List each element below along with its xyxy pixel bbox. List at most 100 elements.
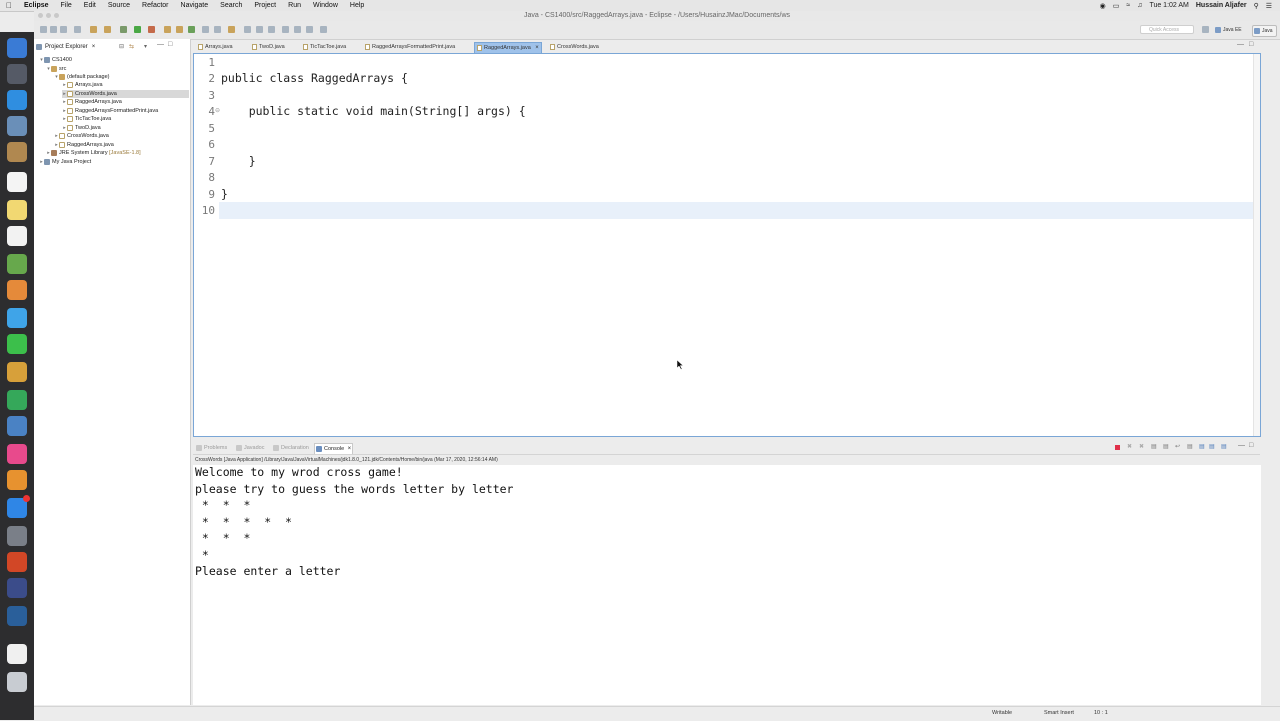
skip-breakpoints-icon[interactable]	[90, 26, 97, 33]
maps-icon[interactable]	[7, 254, 27, 274]
tree-item-file[interactable]: ▸ RaggedArrays.java	[62, 98, 122, 106]
save-icon[interactable]	[50, 26, 57, 33]
save-all-icon[interactable]	[60, 26, 67, 33]
tree-item-project-cs1400[interactable]: ▾ CS1400	[39, 56, 72, 64]
itunes-icon[interactable]	[7, 444, 27, 464]
code-editor[interactable]: 1 2 3 4 ⊖ 5 6 7 8 9 10 public class Ragg…	[193, 53, 1261, 437]
tree-item-file[interactable]: ▸ Arrays.java	[62, 81, 103, 89]
messages-icon[interactable]	[7, 308, 27, 328]
ibooks-icon[interactable]	[7, 470, 27, 490]
open-perspective-icon[interactable]	[1202, 26, 1209, 33]
close-tab-icon[interactable]: ×	[535, 43, 539, 53]
print-icon[interactable]	[74, 26, 81, 33]
terminate-icon[interactable]	[1115, 445, 1120, 450]
show-console-stdout-icon[interactable]: ▤	[1187, 443, 1193, 450]
wifi-icon[interactable]: ≈	[1126, 2, 1130, 9]
tree-item-file[interactable]: ▸ TicTacToe.java	[62, 115, 111, 123]
tree-item-file-selected[interactable]: ▸ CrossWords.java	[62, 90, 189, 98]
contacts-icon[interactable]	[7, 142, 27, 162]
app-icon[interactable]	[7, 606, 27, 626]
new-package-icon[interactable]	[176, 26, 183, 33]
quick-access-input[interactable]: Quick Access	[1140, 25, 1194, 34]
menu-file[interactable]: File	[55, 2, 78, 9]
maximize-editor-icon[interactable]: □	[1249, 41, 1253, 48]
menu-source[interactable]: Source	[102, 2, 136, 9]
editor-tab[interactable]: RaggedArraysFormattedPrint.java	[363, 42, 455, 52]
back-icon[interactable]	[294, 26, 301, 33]
minimize-editor-icon[interactable]: —	[1237, 41, 1244, 48]
tree-item-default-package[interactable]: ▾ (default package)	[54, 73, 110, 81]
airplay-icon[interactable]: ▭	[1113, 2, 1120, 10]
app-store-icon[interactable]	[7, 495, 30, 518]
menu-search[interactable]: Search	[214, 2, 248, 9]
notification-center-icon[interactable]: ☰	[1266, 2, 1272, 10]
tab-console[interactable]: Console ×	[314, 443, 354, 454]
tree-item-file[interactable]: ▸ CrossWords.java	[54, 132, 109, 140]
external-tools-icon[interactable]	[148, 26, 155, 33]
new-icon[interactable]	[40, 26, 47, 33]
photos-icon[interactable]	[7, 280, 27, 300]
new-class-icon[interactable]	[188, 26, 195, 33]
volume-icon[interactable]: ♫	[1137, 2, 1142, 9]
preview-icon[interactable]	[7, 116, 27, 136]
display-console-icon[interactable]: ▤	[1209, 443, 1215, 450]
menu-edit[interactable]: Edit	[78, 2, 102, 9]
clear-console-icon[interactable]: ▤	[1151, 443, 1157, 450]
menu-project[interactable]: Project	[248, 2, 282, 9]
tree-item-src[interactable]: ▾ src	[46, 65, 66, 73]
pin-editor-icon[interactable]	[320, 26, 327, 33]
user-name[interactable]: Hussain Aljafer	[1196, 2, 1247, 9]
editor-tab[interactable]: TicTacToe.java	[301, 42, 346, 52]
document-icon[interactable]	[7, 644, 27, 664]
next-annotation-icon[interactable]	[256, 26, 263, 33]
perspective-java-ee[interactable]: Java EE	[1214, 25, 1245, 35]
build-icon[interactable]	[104, 26, 111, 33]
menu-help[interactable]: Help	[344, 2, 370, 9]
remove-all-launches-icon[interactable]: ✖	[1139, 443, 1144, 450]
tree-item-file[interactable]: ▸ TwoD.java	[62, 124, 101, 132]
maximize-view-icon[interactable]: □	[168, 41, 172, 48]
menu-window[interactable]: Window	[307, 2, 344, 9]
tree-item-file[interactable]: ▸ RaggedArrays.java	[54, 141, 114, 149]
status-menu-icon[interactable]: ◉	[1100, 2, 1106, 10]
scroll-lock-icon[interactable]: ▤	[1163, 443, 1169, 450]
fold-toggle-icon[interactable]: ⊖	[215, 107, 220, 114]
spotlight-search-icon[interactable]: ⚲	[1254, 2, 1259, 10]
pin-console-icon[interactable]: ▤	[1199, 443, 1205, 450]
numbers-icon[interactable]	[7, 390, 27, 410]
console-output[interactable]: Welcome to my wrod cross game! please tr…	[193, 465, 1261, 705]
tab-declaration[interactable]: Declaration	[272, 443, 309, 453]
keynote-icon[interactable]	[7, 416, 27, 436]
editor-tab-active[interactable]: RaggedArrays.java ×	[474, 42, 542, 53]
maximize-view-icon[interactable]: □	[1249, 442, 1253, 449]
finder-icon[interactable]	[7, 38, 27, 58]
previous-annotation-icon[interactable]	[268, 26, 275, 33]
new-java-project-icon[interactable]	[164, 26, 171, 33]
tree-item-jre-library[interactable]: ▸ JRE System Library [JavaSE-1.8]	[46, 149, 141, 157]
editor-tab[interactable]: TwoD.java	[250, 42, 285, 52]
launchpad-icon[interactable]	[7, 64, 27, 84]
menu-refactor[interactable]: Refactor	[136, 2, 174, 9]
last-edit-icon[interactable]	[282, 26, 289, 33]
mark-occurrences-icon[interactable]	[228, 26, 235, 33]
notes-icon[interactable]	[7, 200, 27, 220]
debug-icon[interactable]	[120, 26, 127, 33]
status-insert-mode[interactable]: Smart Insert	[1044, 709, 1074, 718]
editor-tab[interactable]: CrossWords.java	[548, 42, 599, 52]
menu-run[interactable]: Run	[282, 2, 307, 9]
apple-menu-icon[interactable]: 	[0, 1, 18, 10]
tab-javadoc[interactable]: Javadoc	[235, 443, 265, 453]
powerpoint-icon[interactable]	[7, 552, 27, 572]
tree-item-file[interactable]: ▸ RaggedArraysFormattedPrint.java	[62, 107, 158, 115]
calendar-icon[interactable]	[7, 172, 27, 192]
overview-ruler[interactable]	[1253, 54, 1260, 436]
eclipse-icon[interactable]	[7, 578, 27, 598]
minimize-view-icon[interactable]: —	[157, 41, 164, 48]
system-preferences-icon[interactable]	[7, 526, 27, 546]
forward-icon[interactable]	[306, 26, 313, 33]
project-explorer-tab[interactable]: Project Explorer ×	[36, 42, 95, 52]
run-icon[interactable]	[134, 26, 141, 33]
tree-item-project-my-java[interactable]: ▸ My Java Project	[39, 158, 91, 166]
clock[interactable]: Tue 1:02 AM	[1149, 2, 1188, 9]
search-toolbar-icon[interactable]	[214, 26, 221, 33]
